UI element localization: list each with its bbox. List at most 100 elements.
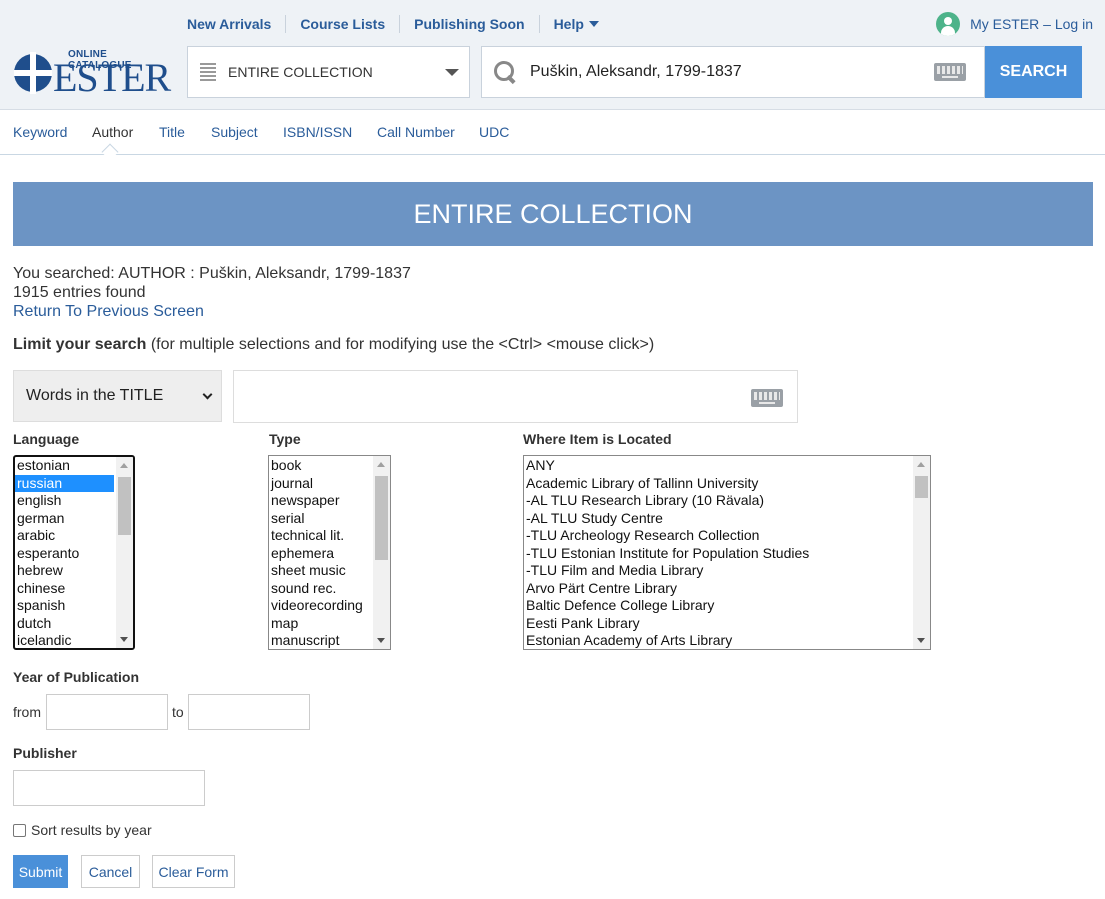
list-item[interactable]: technical lit.: [269, 527, 374, 545]
nav-new-arrivals[interactable]: New Arrivals: [187, 15, 287, 33]
list-item[interactable]: map: [269, 615, 374, 633]
year-from-label: from: [13, 704, 41, 720]
language-listbox[interactable]: estonian russian english german arabic e…: [13, 455, 135, 650]
location-scrollbar[interactable]: [913, 456, 930, 649]
type-listbox[interactable]: book journal newspaper serial technical …: [268, 455, 391, 650]
tab-udc[interactable]: UDC: [479, 124, 509, 140]
words-input[interactable]: [233, 370, 798, 423]
scroll-thumb[interactable]: [118, 477, 131, 535]
scroll-down-icon[interactable]: [377, 638, 385, 643]
list-item[interactable]: Academic Library of Tallinn University: [524, 475, 913, 493]
list-item[interactable]: serial: [269, 510, 374, 528]
nav-publishing-soon[interactable]: Publishing Soon: [400, 15, 540, 33]
tab-keyword[interactable]: Keyword: [13, 124, 67, 140]
list-item[interactable]: english: [15, 492, 114, 510]
year-label: Year of Publication: [13, 669, 140, 685]
list-item[interactable]: Eesti Pank Library: [524, 615, 913, 633]
list-item[interactable]: journal: [269, 475, 374, 493]
logo-title: ESTER: [53, 55, 171, 100]
collection-select[interactable]: ENTIRE COLLECTION: [187, 46, 470, 98]
nav-help[interactable]: Help: [540, 15, 613, 33]
year-from-input[interactable]: [46, 694, 168, 730]
logo[interactable]: ONLINE CATALOGUE ESTER: [13, 44, 173, 102]
login-link[interactable]: My ESTER – Log in: [970, 16, 1093, 32]
location-listbox[interactable]: ANY Academic Library of Tallinn Universi…: [523, 455, 931, 650]
location-label: Where Item is Located: [523, 431, 672, 447]
list-item[interactable]: chinese: [15, 580, 114, 598]
search-icon: [494, 61, 516, 83]
list-item[interactable]: sound rec.: [269, 580, 374, 598]
list-item[interactable]: german: [15, 510, 114, 528]
header: New Arrivals Course Lists Publishing Soo…: [0, 0, 1105, 110]
field-select-value: Words in the TITLE: [26, 387, 164, 404]
search-type-tabs: Keyword Author Title Subject ISBN/ISSN C…: [0, 110, 1105, 161]
search-value: Puškin, Aleksandr, 1799-1837: [530, 63, 742, 80]
list-item[interactable]: estonian: [15, 457, 114, 475]
list-item[interactable]: dutch: [15, 615, 114, 633]
limit-heading: Limit your search (for multiple selectio…: [13, 336, 654, 354]
keyboard-icon[interactable]: [751, 389, 783, 407]
nav-course-lists[interactable]: Course Lists: [286, 15, 401, 33]
list-item[interactable]: spanish: [15, 597, 114, 615]
tab-call-number[interactable]: Call Number: [377, 124, 455, 140]
scroll-thumb[interactable]: [375, 476, 388, 560]
scroll-thumb[interactable]: [915, 476, 928, 498]
publisher-label: Publisher: [13, 745, 77, 761]
list-item[interactable]: sheet music: [269, 562, 374, 580]
publisher-input[interactable]: [13, 770, 205, 806]
list-item[interactable]: -TLU Film and Media Library: [524, 562, 913, 580]
list-item[interactable]: esperanto: [15, 545, 114, 563]
list-item[interactable]: Estonian Academy of Arts Library: [524, 632, 913, 649]
cross-logo-icon: [14, 52, 52, 94]
tab-subject[interactable]: Subject: [211, 124, 258, 140]
list-item[interactable]: russian: [15, 474, 114, 492]
cancel-button[interactable]: Cancel: [81, 855, 140, 888]
sort-label: Sort results by year: [31, 822, 152, 838]
chevron-down-icon: [202, 389, 213, 400]
type-scrollbar[interactable]: [373, 456, 390, 649]
sort-checkbox[interactable]: [13, 823, 26, 837]
language-label: Language: [13, 431, 80, 447]
list-item[interactable]: ANY: [524, 457, 913, 475]
tab-title[interactable]: Title: [159, 124, 185, 140]
scroll-up-icon[interactable]: [917, 462, 925, 467]
tab-isbn-issn[interactable]: ISBN/ISSN: [283, 124, 352, 140]
result-count: 1915 entries found: [13, 284, 146, 301]
language-scrollbar[interactable]: [116, 457, 133, 648]
searched-query: You searched: AUTHOR : Puškin, Aleksandr…: [13, 265, 411, 282]
list-item[interactable]: -AL TLU Research Library (10 Rävala): [524, 492, 913, 510]
scroll-down-icon[interactable]: [917, 638, 925, 643]
search-input[interactable]: Puškin, Aleksandr, 1799-1837: [481, 46, 985, 98]
list-item[interactable]: Arvo Pärt Centre Library: [524, 580, 913, 598]
tab-author[interactable]: Author: [92, 124, 133, 140]
list-item[interactable]: arabic: [15, 527, 114, 545]
list-item[interactable]: hebrew: [15, 562, 114, 580]
search-summary: You searched: AUTHOR : Puškin, Aleksandr…: [13, 264, 411, 321]
sort-option[interactable]: Sort results by year: [13, 822, 152, 838]
submit-button[interactable]: Submit: [13, 855, 68, 888]
list-item[interactable]: book: [269, 457, 374, 475]
clear-form-button[interactable]: Clear Form: [152, 855, 235, 888]
list-icon: [200, 63, 216, 81]
keyboard-icon[interactable]: [934, 63, 966, 81]
scroll-up-icon[interactable]: [377, 462, 385, 467]
list-item[interactable]: Baltic Defence College Library: [524, 597, 913, 615]
list-item[interactable]: newspaper: [269, 492, 374, 510]
list-item[interactable]: ephemera: [269, 545, 374, 563]
return-link[interactable]: Return To Previous Screen: [13, 302, 411, 321]
list-item[interactable]: manuscript: [269, 632, 374, 649]
list-item[interactable]: -TLU Archeology Research Collection: [524, 527, 913, 545]
login[interactable]: My ESTER – Log in: [936, 12, 1093, 36]
list-item[interactable]: videorecording: [269, 597, 374, 615]
list-item[interactable]: -TLU Estonian Institute for Population S…: [524, 545, 913, 563]
banner-title: ENTIRE COLLECTION: [413, 198, 693, 229]
chevron-down-icon: [445, 68, 459, 76]
search-button[interactable]: SEARCH: [985, 46, 1082, 98]
year-to-input[interactable]: [188, 694, 310, 730]
scroll-down-icon[interactable]: [120, 637, 128, 642]
scroll-up-icon[interactable]: [120, 463, 128, 468]
list-item[interactable]: -AL TLU Study Centre: [524, 510, 913, 528]
title-field-select[interactable]: Words in the TITLE: [13, 370, 222, 422]
user-icon: [936, 12, 961, 36]
list-item[interactable]: icelandic: [15, 632, 114, 648]
